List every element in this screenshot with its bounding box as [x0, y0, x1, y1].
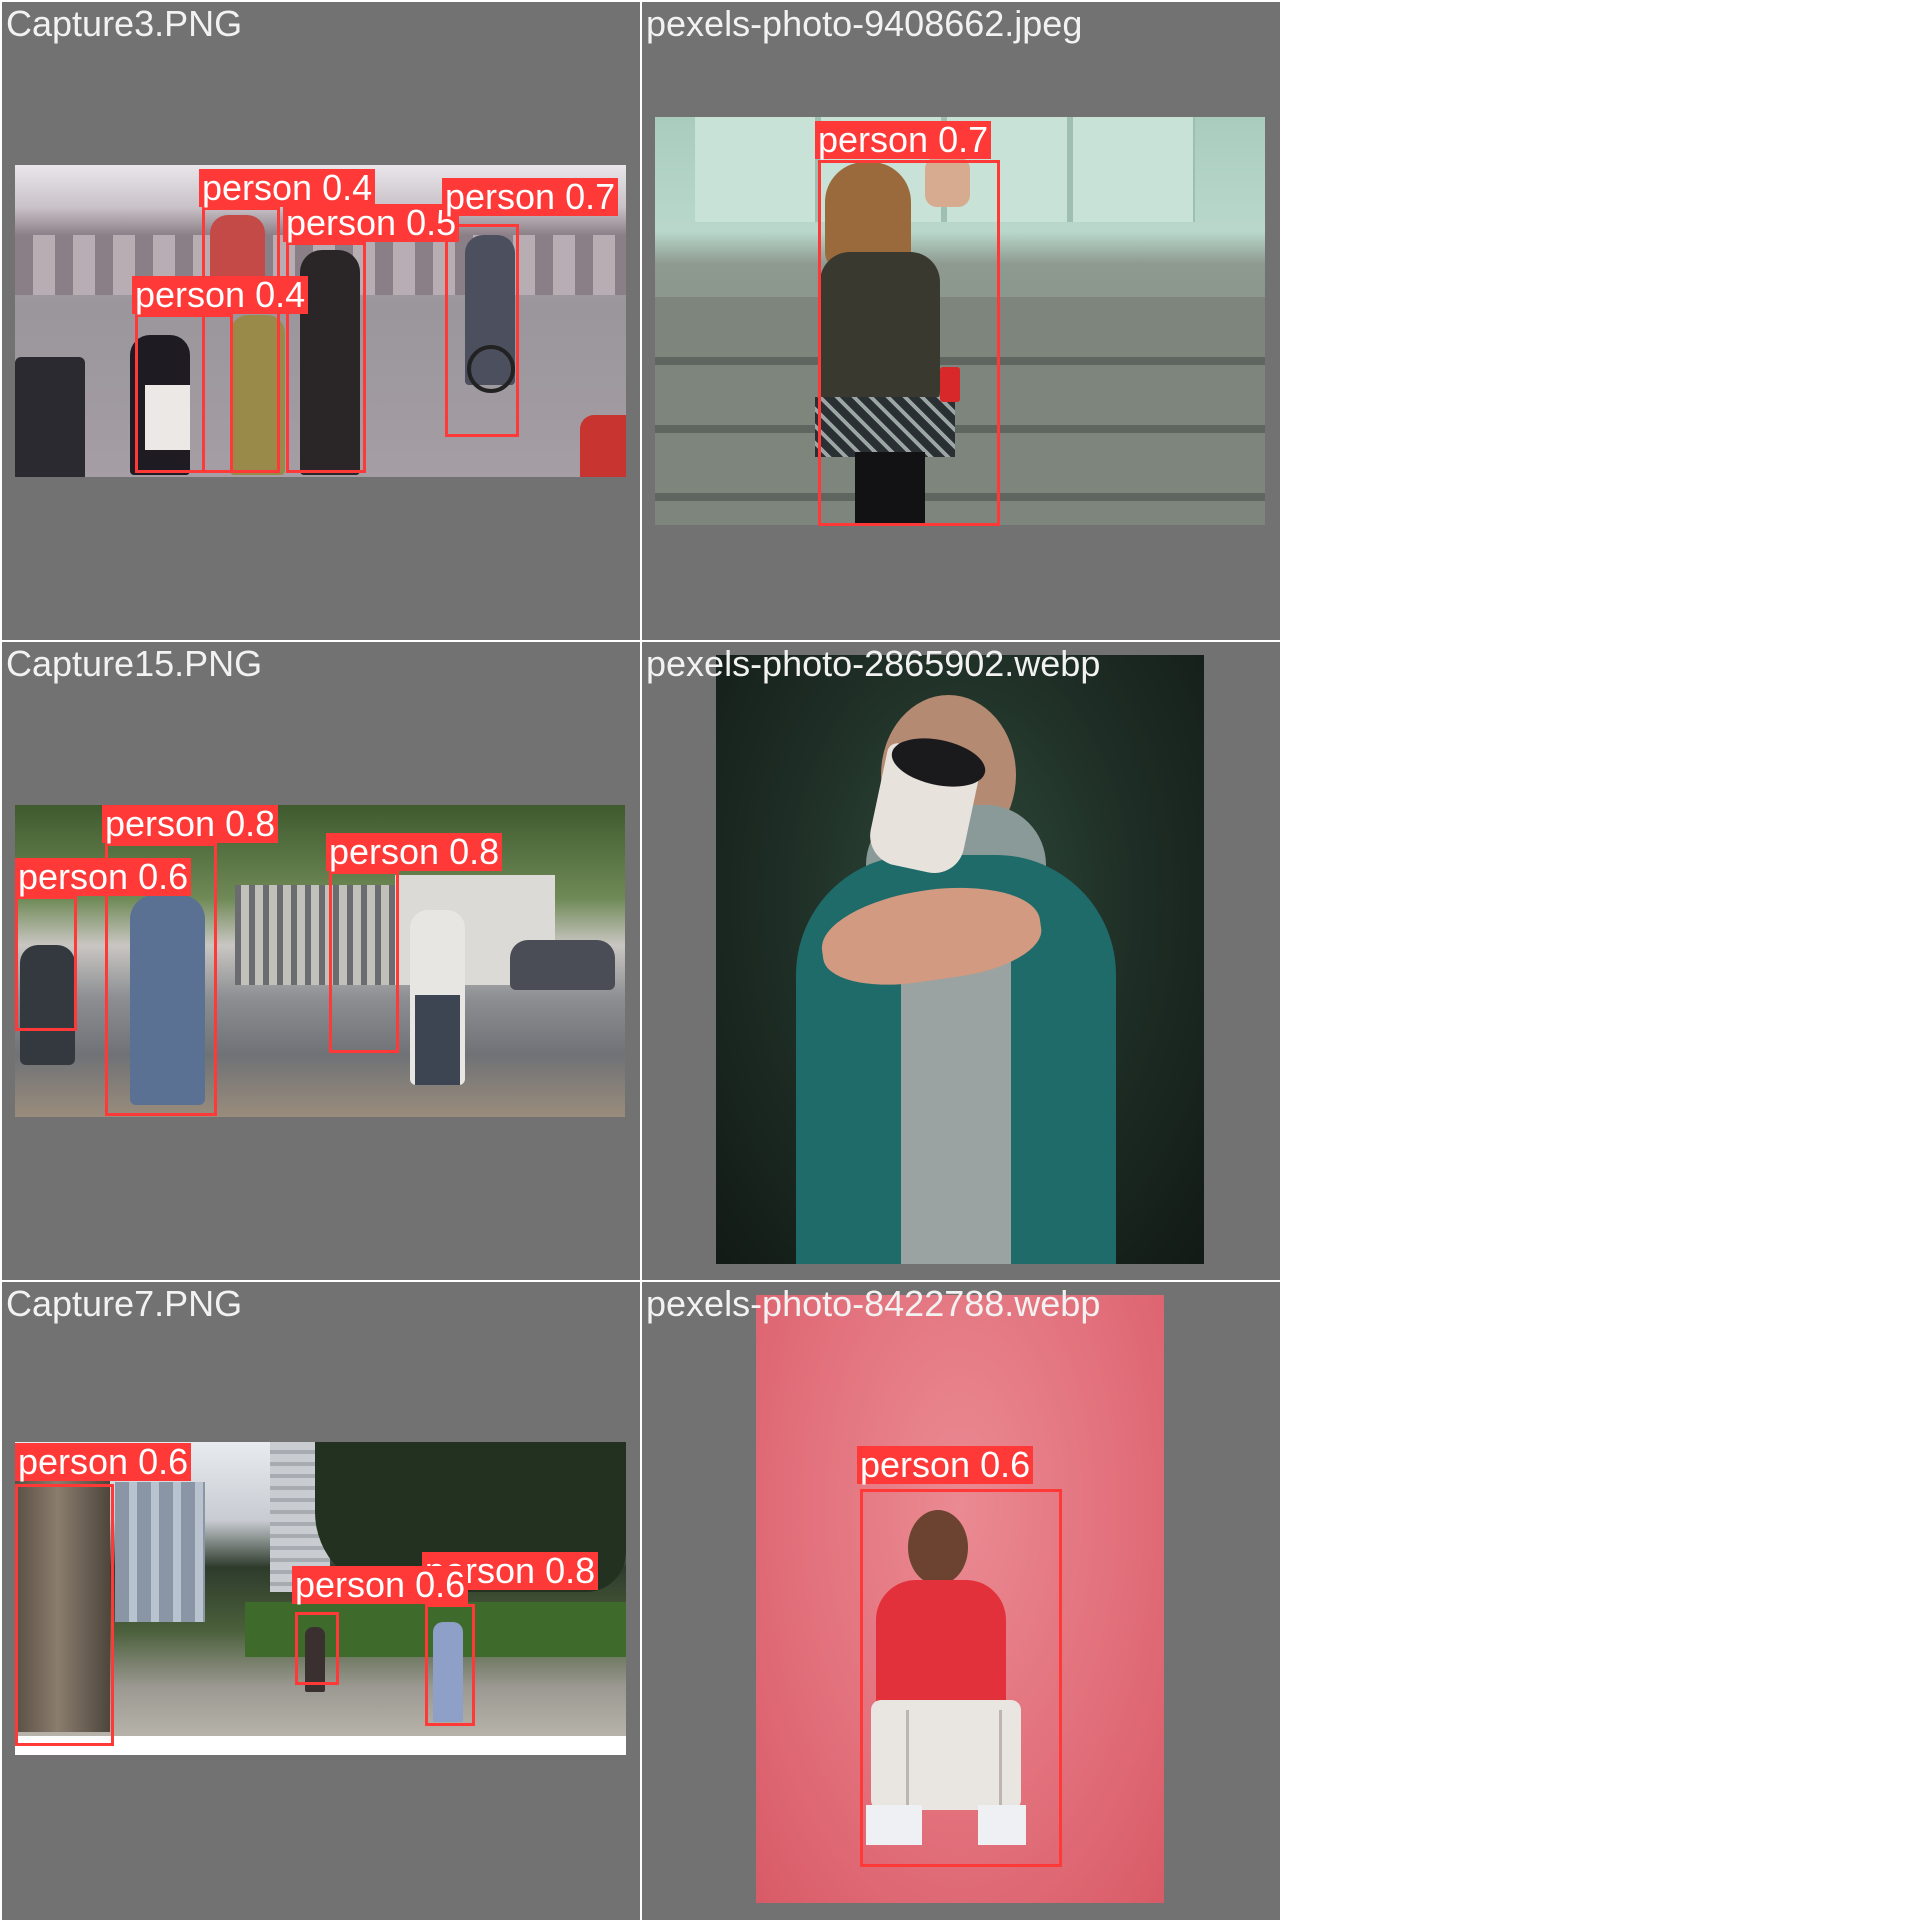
- image-filename: pexels-photo-9408662.jpeg: [646, 3, 1083, 44]
- person-partial: [580, 415, 626, 477]
- detection-box: [818, 160, 1000, 526]
- tile-pexels-2865902: pexels-photo-2865902.webp: [642, 642, 1280, 1280]
- detection-box: [15, 896, 77, 1031]
- detection-label: person 0.7: [815, 121, 992, 159]
- tile-capture7: Capture7.PNG person 0.6 person 0.8 perso…: [2, 1282, 640, 1920]
- detection-box: [295, 1612, 339, 1685]
- tile-capture3: Capture3.PNG person 0.4 person 0.5 perso…: [2, 2, 640, 640]
- detection-box: [135, 314, 233, 473]
- detection-label: person 0.8: [102, 805, 279, 843]
- detection-label: person 0.6: [15, 858, 192, 896]
- detection-box: [425, 1604, 475, 1726]
- image-filename: Capture7.PNG: [6, 1283, 243, 1324]
- tile-pexels-9408662: pexels-photo-9408662.jpeg person 0.7: [642, 2, 1280, 640]
- city-towers: [115, 1482, 205, 1622]
- image-filename: pexels-photo-8422788.webp: [646, 1283, 1101, 1324]
- image-filename: Capture15.PNG: [6, 643, 263, 684]
- detection-label: person 0.6: [15, 1443, 192, 1481]
- detection-label: person 0.4: [132, 276, 309, 314]
- detection-label: person 0.5: [283, 204, 460, 242]
- tile-pexels-8422788: pexels-photo-8422788.webp person 0.6: [642, 1282, 1280, 1920]
- image-filename: pexels-photo-2865902.webp: [646, 643, 1101, 684]
- detection-box: [15, 1484, 114, 1746]
- trash-bin: [15, 357, 85, 477]
- detection-box: [860, 1489, 1062, 1867]
- detection-box: [329, 871, 399, 1053]
- detection-label: person 0.8: [326, 833, 503, 871]
- parked-car: [510, 940, 615, 990]
- portrait-photo: [716, 655, 1204, 1264]
- detection-mosaic: Capture3.PNG person 0.4 person 0.5 perso…: [0, 0, 1280, 1920]
- person-jeans: [415, 995, 460, 1085]
- detection-label: person 0.7: [442, 178, 619, 216]
- detection-label: person 0.6: [857, 1446, 1034, 1484]
- image-filename: Capture3.PNG: [6, 3, 243, 44]
- detection-label: person 0.6: [292, 1566, 469, 1604]
- detection-box: [445, 224, 519, 437]
- t-shirt: [901, 945, 1011, 1264]
- tile-capture15: Capture15.PNG person 0.8 person 0.8 pers…: [2, 642, 640, 1280]
